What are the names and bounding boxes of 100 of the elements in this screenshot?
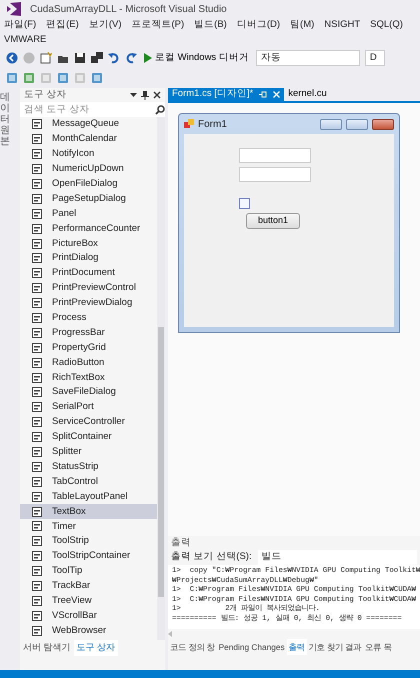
toolbox-item[interactable]: NotifyIcon <box>20 146 157 162</box>
minimize-button[interactable] <box>320 118 342 130</box>
control-icon <box>32 596 42 606</box>
platform-dropdown[interactable]: D <box>364 50 385 66</box>
toolbox-item[interactable]: NumericUpDown <box>20 162 157 177</box>
new-project-icon[interactable] <box>40 52 52 64</box>
control-icon <box>32 462 42 472</box>
menu-item[interactable]: 프로젝트(P) <box>131 18 184 33</box>
panel-tab[interactable]: 코드 정의 창 <box>168 639 217 655</box>
toolbox-item[interactable]: StatusStrip <box>20 459 157 474</box>
field-label: 출력 보기 선택(S): <box>171 550 252 564</box>
toolbox-item[interactable]: ProgressBar <box>20 325 157 340</box>
toolbox-item[interactable]: PrintPreviewDialog <box>20 296 157 311</box>
toolbox-item[interactable]: TabControl <box>20 474 157 490</box>
toolbox-item[interactable]: WebBrowser <box>20 623 157 638</box>
start-debugging-button[interactable]: 로컬 Windows 디버거 <box>142 50 251 66</box>
panel-tab[interactable]: 도구 상자 <box>74 640 118 656</box>
menu-item[interactable]: 빌드(B) <box>194 18 227 33</box>
save-icon[interactable] <box>74 52 86 64</box>
menu-item[interactable]: 팀(M) <box>290 18 314 33</box>
output-source-dropdown[interactable]: 빌드 <box>258 550 417 565</box>
close-icon[interactable] <box>153 91 161 99</box>
panel-tab[interactable]: 출력 <box>286 639 307 655</box>
control-icon <box>32 536 42 546</box>
form-button[interactable]: button1 <box>246 213 300 229</box>
toolbox-item[interactable]: PropertyGrid <box>20 340 157 356</box>
toolbox-item[interactable]: PictureBox <box>20 236 157 252</box>
control-icon <box>32 581 42 592</box>
toolbox-item[interactable]: ToolStrip <box>20 534 157 549</box>
panel-tab[interactable]: 오류 목 <box>363 639 394 655</box>
form-icon <box>184 119 194 129</box>
toolbox-item[interactable]: MessageQueue <box>20 117 157 132</box>
control-icon <box>32 566 42 576</box>
control-icon <box>32 238 42 249</box>
toolbox-item[interactable]: Splitter <box>20 444 157 460</box>
side-tab[interactable]: 데이터 원본 <box>0 92 10 147</box>
menu-item[interactable]: 디버그(D) <box>236 18 280 33</box>
toolbox-item[interactable]: TreeView <box>20 594 157 608</box>
configuration-dropdown[interactable]: 자동 <box>256 50 360 66</box>
save-all-icon[interactable] <box>91 52 103 64</box>
control-placeholder[interactable] <box>239 198 250 209</box>
control-icon <box>32 432 42 442</box>
undo-icon[interactable] <box>108 52 120 64</box>
toolbox-item[interactable]: VScrollBar <box>20 608 157 624</box>
maximize-button[interactable] <box>346 118 368 130</box>
toolbox-item[interactable]: Panel <box>20 206 157 222</box>
toolbox-item[interactable]: SaveFileDialog <box>20 385 157 400</box>
toolbox-item[interactable]: RadioButton <box>20 355 157 370</box>
scrollbar[interactable] <box>157 117 165 640</box>
toolbox-item[interactable]: PageSetupDialog <box>20 191 157 206</box>
control-icon <box>32 372 42 383</box>
search-icon[interactable] <box>155 104 165 114</box>
toolbox-item[interactable]: ToolTip <box>20 564 157 579</box>
panel-tab[interactable]: 기호 찾기 결과 <box>306 639 364 655</box>
toolbox-item[interactable]: SplitContainer <box>20 430 157 445</box>
menu-item[interactable]: 파일(F) <box>4 18 36 33</box>
dropdown-icon[interactable] <box>130 92 137 98</box>
control-icon <box>32 179 42 189</box>
control-icon <box>32 358 42 368</box>
toolbox-item[interactable]: RichTextBox <box>20 370 157 386</box>
menu-item[interactable]: NSIGHT <box>324 18 360 33</box>
toolbox-item[interactable]: ToolStripContainer <box>20 548 157 564</box>
control-icon <box>32 224 42 234</box>
pin-icon[interactable] <box>141 90 149 100</box>
control-icon <box>32 283 42 294</box>
toolbox-item[interactable]: MonthCalendar <box>20 132 157 147</box>
close-button[interactable] <box>372 118 394 130</box>
redo-icon[interactable] <box>125 52 137 64</box>
toolbox-item[interactable]: ServiceController <box>20 414 157 430</box>
control-icon <box>32 476 42 487</box>
toolbox-item[interactable]: PerformanceCounter <box>20 221 157 236</box>
control-icon <box>32 328 42 338</box>
control-icon <box>32 253 42 264</box>
toolbox-item[interactable]: PrintPreviewControl <box>20 280 157 296</box>
control-icon <box>32 149 42 160</box>
toolbox-item[interactable]: TableLayoutPanel <box>20 489 157 504</box>
panel-tab[interactable]: 서버 탐색기 <box>20 640 74 656</box>
control-icon <box>32 506 42 517</box>
form-window[interactable]: Form1 button1 <box>178 113 400 333</box>
panel-tab[interactable]: Pending Changes <box>216 639 287 655</box>
toolbox-item[interactable]: PrintDocument <box>20 266 157 281</box>
toolbox-item[interactable]: OpenFileDialog <box>20 176 157 192</box>
menu-item[interactable]: 보기(V) <box>88 18 122 33</box>
toolbox-item[interactable]: Timer <box>20 519 157 534</box>
back-icon[interactable] <box>6 52 18 64</box>
control-icon <box>32 402 42 412</box>
toolbox-item[interactable]: SerialPort <box>20 400 157 415</box>
menu-item[interactable]: SQL(Q) <box>370 18 403 33</box>
toolbox-item[interactable]: TrackBar <box>20 578 157 594</box>
window-title: CudaSumArrayDLL - Microsoft Visual Studio <box>30 2 227 16</box>
control-icon <box>32 208 42 219</box>
menu-item[interactable]: 편집(E) <box>46 18 79 33</box>
document-tab[interactable]: kernel.cu <box>284 88 331 101</box>
panel-title: 도구 상자 <box>24 88 68 102</box>
control-icon <box>32 626 42 636</box>
toolbox-item[interactable]: Process <box>20 310 157 326</box>
menu-item[interactable]: VMWARE <box>4 33 46 48</box>
logo-icon <box>6 2 22 16</box>
toolbox-item[interactable]: PrintDialog <box>20 251 157 266</box>
toolbox-item[interactable]: TextBox <box>20 504 157 520</box>
